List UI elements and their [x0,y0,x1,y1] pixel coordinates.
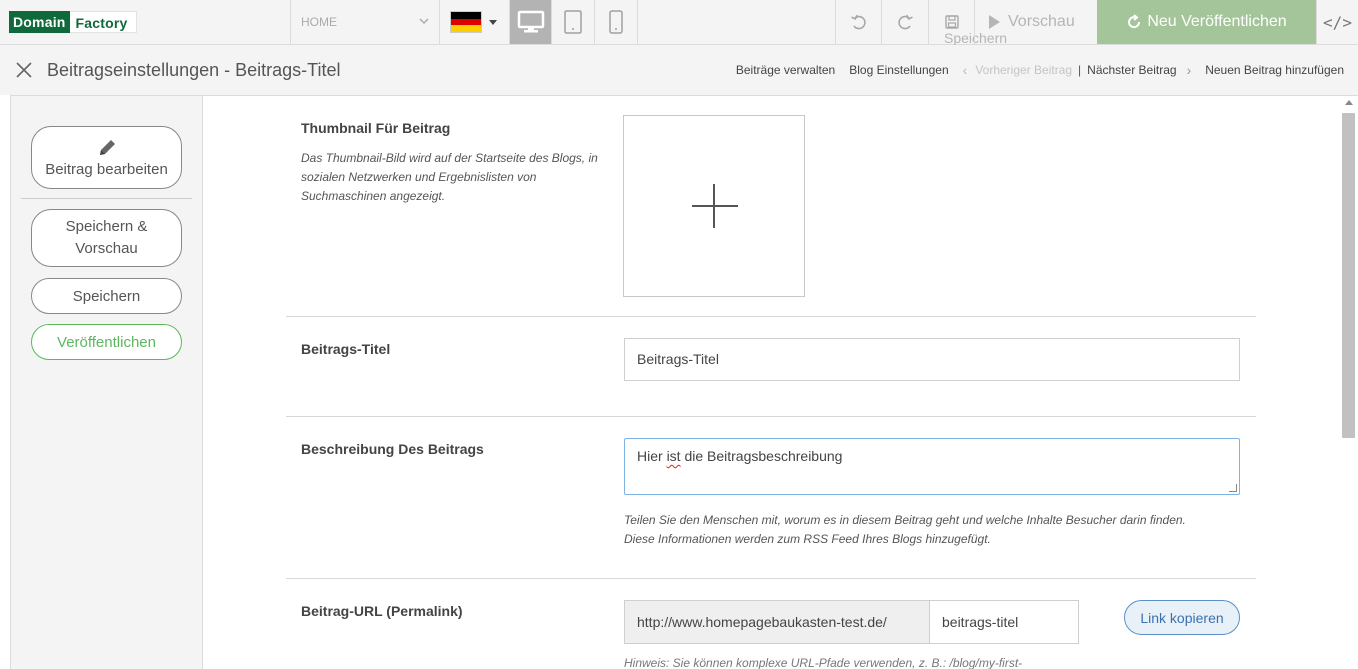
next-post-link[interactable]: Nächster Beitrag [1087,63,1176,77]
url-hint: Hinweis: Sie können komplexe URL-Pfade v… [624,656,1023,669]
resize-grip-icon[interactable] [1229,484,1237,492]
tablet-icon [564,10,582,34]
mobile-view-button[interactable] [595,0,638,44]
post-settings-form: Thumbnail Für Beitrag Das Thumbnail-Bild… [203,95,1358,669]
title-label: Beitrags-Titel [301,341,391,357]
title-input[interactable]: Beitrags-Titel [624,338,1240,381]
save-label: Speichern [72,287,141,305]
publish-post-label: Veröffentlichen [57,333,156,351]
nav-separator: | [1078,63,1082,77]
publish-button[interactable]: Neu Veröffentlichen [1097,0,1316,44]
toolbar-save-button[interactable]: Speichern [928,0,1007,46]
de-flag-icon [450,11,482,33]
redo-button[interactable] [881,0,927,44]
description-help-line-1: Teilen Sie den Menschen mit, worum es in… [624,513,1186,527]
undo-button[interactable] [835,0,881,44]
add-post-link[interactable]: Neuen Beitrag hinzufügen [1205,63,1344,77]
caret-down-icon [489,19,497,25]
scroll-up-arrow[interactable] [1345,100,1353,105]
domainfactory-logo[interactable]: Domain Factory [9,11,137,33]
copy-link-button[interactable]: Link kopieren [1124,600,1240,635]
blog-settings-link[interactable]: Blog Einstellungen [849,63,948,77]
desktop-icon [517,10,544,33]
code-view-button[interactable]: </> [1316,0,1358,44]
post-navigation: Beiträge verwalten Blog Einstellungen ‹ … [722,62,1344,78]
redo-icon [897,14,913,30]
page-title: Beitragseinstellungen - Beitrags-Titel [47,60,341,80]
section-divider [286,316,1256,317]
section-divider [286,578,1256,579]
refresh-icon [1128,14,1141,29]
publish-post-button[interactable]: Veröffentlichen [31,324,182,360]
preview-button[interactable]: Vorschau [974,0,1096,44]
previous-post-link[interactable]: Vorheriger Beitrag [975,63,1072,77]
description-help-line-2: Diese Informationen werden zum RSS Feed … [624,532,991,546]
thumbnail-help: Das Thumbnail-Bild wird auf der Startsei… [301,151,598,203]
description-textarea[interactable]: Hier ist die Beitragsbeschreibung [624,438,1240,495]
save-preview-button[interactable]: Speichern & Vorschau [31,209,182,267]
plus-icon [692,205,738,207]
top-toolbar: Domain Factory HOME Speichern Vorschau N… [0,0,1358,46]
play-icon [989,15,1000,29]
section-divider [286,416,1256,417]
tablet-view-button[interactable] [552,0,595,44]
thumbnail-upload[interactable] [623,115,805,297]
floppy-disk-icon [945,15,959,29]
edit-post-button[interactable]: Beitrag bearbeiten [31,126,182,189]
manage-posts-link[interactable]: Beiträge verwalten [736,63,835,77]
chevron-left-icon: ‹ [962,62,968,78]
pencil-icon [99,140,115,155]
logo-part-2: Factory [69,11,137,33]
language-selector[interactable] [440,0,508,44]
edit-post-label: Beitrag bearbeiten [45,161,168,178]
logo-part-1: Domain [9,11,70,33]
page-selector-value: HOME [301,15,337,29]
chevron-down-icon [419,18,429,25]
undo-icon [850,14,866,30]
description-text-2: die Beitragsbeschreibung [680,448,843,464]
save-preview-label: Speichern & Vorschau [65,218,148,257]
url-slug-input[interactable]: beitrags-titel [929,600,1079,644]
url-label: Beitrag-URL (Permalink) [301,603,463,619]
close-icon[interactable] [15,61,33,79]
preview-label: Vorschau [1008,13,1075,30]
description-text-1: Hier [637,448,667,464]
description-help: Teilen Sie den Menschen mit, worum es in… [624,511,1186,549]
plus-icon-vertical [713,184,715,228]
mobile-icon [609,10,623,34]
url-prefix: http://www.homepagebaukasten-test.de/ [624,600,930,644]
code-icon: </> [1323,12,1352,32]
thumbnail-label: Thumbnail Für Beitrag [301,120,451,136]
desktop-view-button[interactable] [509,0,552,44]
description-label: Beschreibung Des Beitrags [301,441,484,457]
scrollbar-thumb[interactable] [1342,113,1355,438]
description-text-misspelled: ist [666,448,681,464]
save-button[interactable]: Speichern [31,278,182,314]
page-selector[interactable]: HOME [290,0,440,44]
settings-header: Beitragseinstellungen - Beitrags-Titel B… [0,45,1358,95]
chevron-right-icon: › [1186,62,1192,78]
publish-label: Neu Veröffentlichen [1147,13,1287,30]
action-sidebar: Beitrag bearbeiten Speichern & Vorschau … [10,95,203,669]
sidebar-divider [21,198,192,199]
